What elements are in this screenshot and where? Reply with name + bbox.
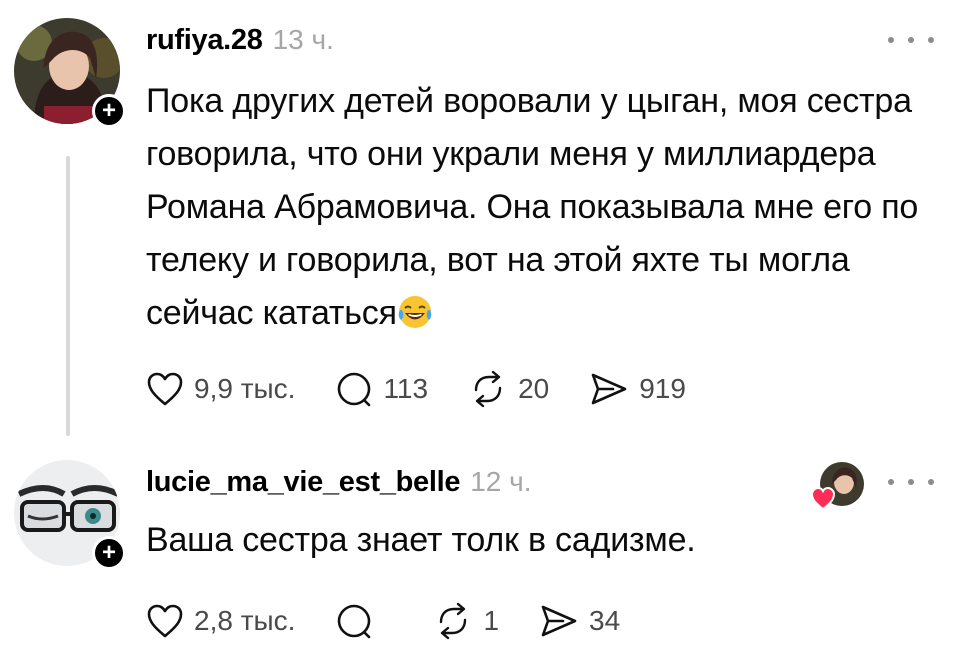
comment-button[interactable]	[335, 602, 383, 640]
heart-icon	[147, 372, 183, 406]
repost-count: 20	[518, 373, 550, 404]
timestamp: 13 ч.	[272, 24, 334, 55]
post-actions: 2,8 тыс. 1 34	[146, 602, 660, 640]
post-text: Ваша сестра знает толк в садизме.	[146, 514, 946, 567]
comment-icon	[338, 604, 371, 639]
post-header: rufiya.28 13 ч.	[146, 24, 334, 57]
username[interactable]: lucie_ma_vie_est_belle	[146, 466, 461, 499]
more-options-icon[interactable]	[888, 472, 934, 492]
repost-icon	[440, 602, 467, 640]
comment-button[interactable]: 113	[335, 370, 428, 408]
send-icon	[591, 373, 627, 405]
more-options-icon[interactable]	[888, 30, 934, 50]
username[interactable]: rufiya.28	[146, 24, 263, 57]
comment-count: 113	[383, 373, 429, 404]
send-icon	[541, 605, 577, 637]
post-text: Пока других детей воровали у цыган, моя …	[146, 75, 946, 340]
share-button[interactable]: 34	[539, 603, 620, 639]
face-with-tears-of-joy-icon	[398, 296, 432, 328]
post-text-content: Пока других детей воровали у цыган, моя …	[146, 82, 919, 332]
post: + rufiya.28 13 ч. Пока других детей воро…	[0, 0, 960, 440]
post-header: lucie_ma_vie_est_belle 12 ч.	[146, 466, 532, 499]
post-actions: 9,9 тыс. 113 20 919	[146, 370, 726, 408]
follow-button[interactable]: +	[92, 94, 126, 128]
like-button[interactable]: 9,9 тыс.	[146, 371, 295, 407]
repost-count: 1	[483, 605, 500, 636]
like-count: 2,8 тыс.	[194, 605, 296, 636]
post-text-content: Ваша сестра знает толк в садизме.	[146, 521, 696, 559]
share-count: 919	[639, 373, 686, 404]
comment-icon	[338, 372, 371, 407]
avatar-container[interactable]: +	[14, 18, 126, 130]
share-button[interactable]: 919	[589, 371, 686, 407]
repost-icon	[474, 370, 502, 408]
follow-button[interactable]: +	[92, 536, 126, 570]
share-count: 34	[589, 605, 621, 636]
repost-button[interactable]: 20	[468, 370, 549, 408]
like-button[interactable]: 2,8 тыс.	[146, 603, 295, 639]
timestamp: 12 ч.	[470, 466, 532, 497]
liked-heart-icon	[810, 486, 836, 511]
avatar-container[interactable]: +	[14, 460, 126, 572]
thread-line	[66, 156, 70, 436]
reply-post: + lucie_ma_vie_est_belle 12 ч. Ваша сест…	[0, 440, 960, 661]
like-count: 9,9 тыс.	[194, 373, 296, 404]
heart-icon	[147, 604, 183, 638]
repost-button[interactable]: 1	[433, 602, 499, 640]
